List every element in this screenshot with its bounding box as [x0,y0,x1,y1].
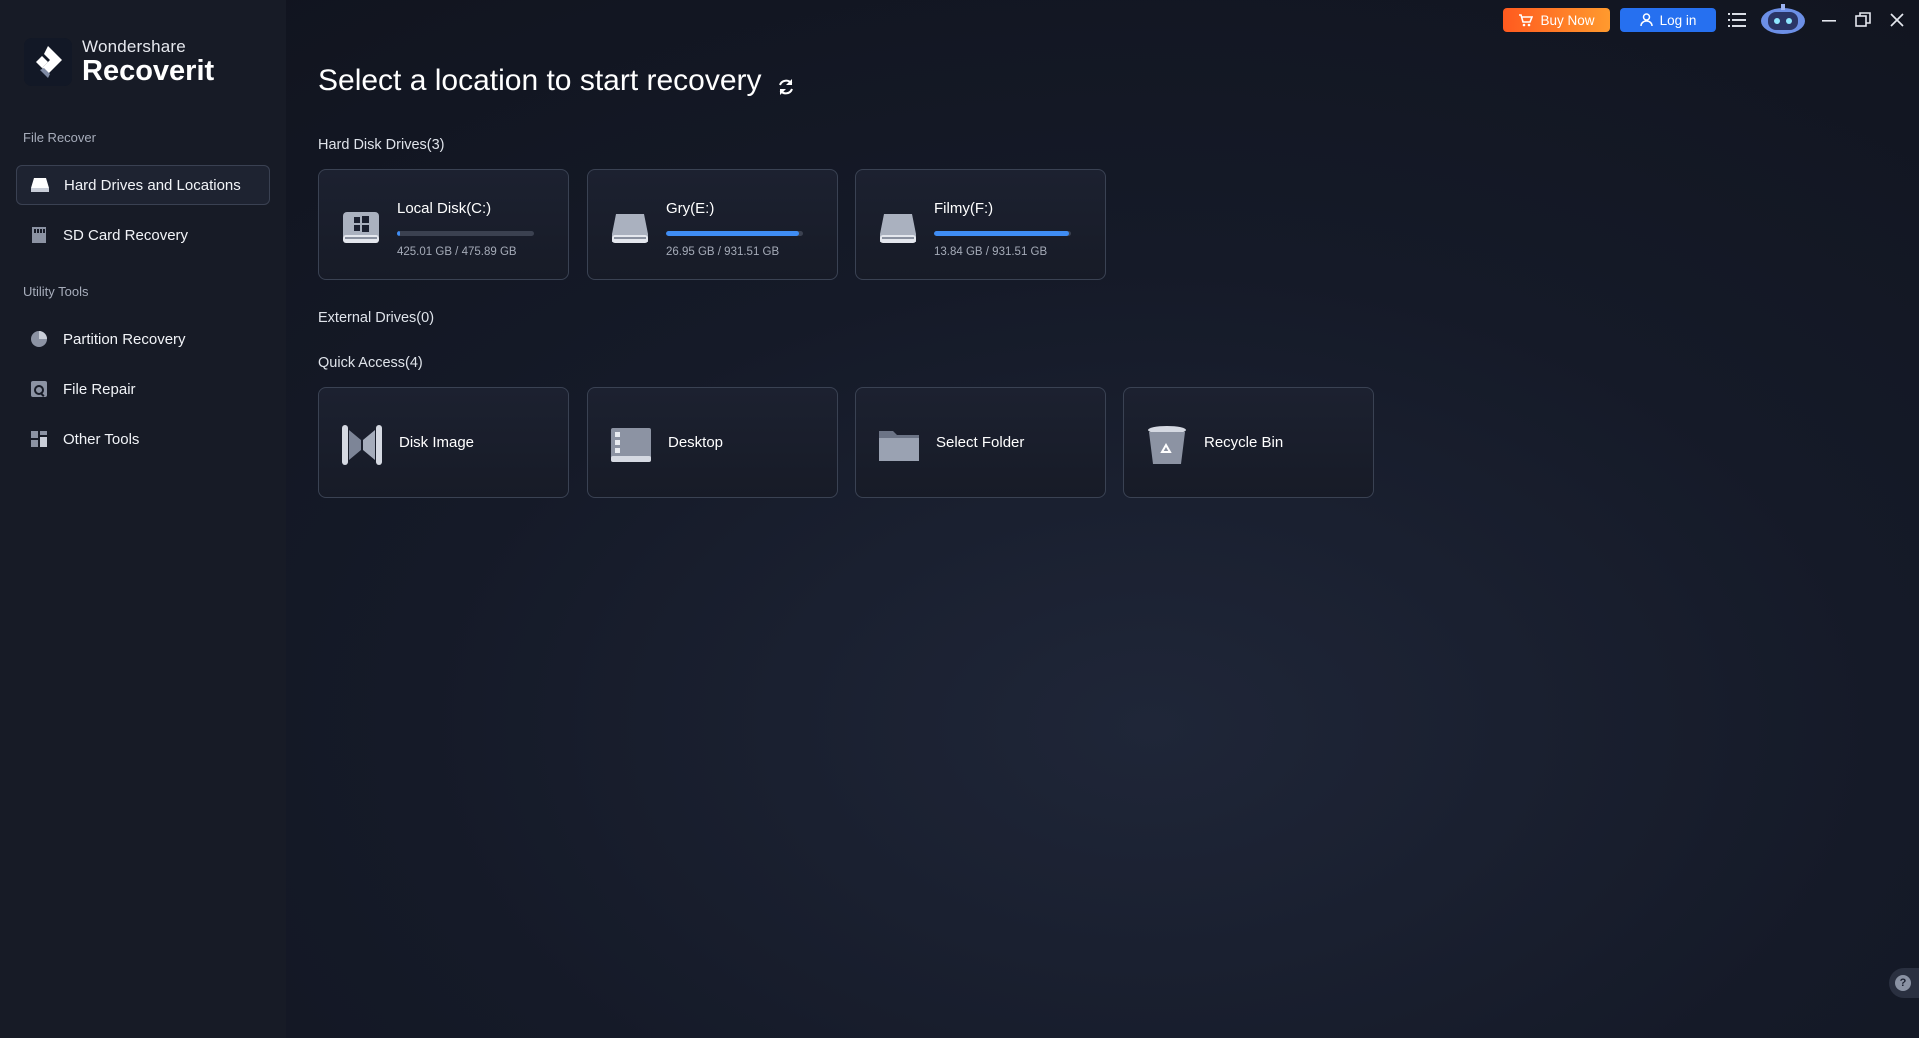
app-logo: Wondershare Recoverit [24,38,214,86]
drive-size: 26.95 GB / 931.51 GB [666,246,780,258]
product-name: Recoverit [82,55,215,87]
drive-name: Local Disk(C:) [397,200,492,217]
drive-usage-fill [934,231,1069,236]
login-label: Log in [1659,12,1697,28]
quick-access-desktop[interactable]: Desktop [587,387,838,498]
close-icon[interactable] [1886,9,1908,31]
quick-access-select-folder[interactable]: Select Folder [855,387,1106,498]
sidebar: Wondershare Recoverit File Recover Hard … [0,0,286,1038]
hard-drive-icon [610,208,650,248]
drive-usage-bar [934,231,1071,236]
desktop-icon [608,422,654,468]
section-label-file-recover: File Recover [23,130,96,145]
sidebar-item-hard-drives[interactable]: Hard Drives and Locations [16,165,270,205]
drive-card-f[interactable]: Filmy(F:) 13.84 GB / 931.51 GB [855,169,1106,280]
sidebar-item-label: Other Tools [63,430,140,448]
recycle-bin-icon [1144,422,1190,468]
buy-now-button[interactable]: Buy Now [1503,8,1610,32]
pie-chart-icon [29,329,49,349]
sidebar-item-partition-recovery[interactable]: Partition Recovery [16,319,270,359]
windows-drive-icon [341,208,381,248]
sd-card-icon [29,225,49,245]
drive-size: 425.01 GB / 475.89 GB [397,246,517,258]
quick-access-recycle-bin[interactable]: Recycle Bin [1123,387,1374,498]
recoverit-logo-icon [24,38,72,86]
hard-drive-icon [878,208,918,248]
refresh-icon[interactable] [776,71,796,95]
sidebar-item-other-tools[interactable]: Other Tools [16,419,270,459]
drive-usage-fill [397,231,400,236]
file-repair-icon [29,379,49,399]
page-title: Select a location to start recovery [318,64,796,98]
login-button[interactable]: Log in [1620,8,1716,32]
page-title-text: Select a location to start recovery [318,64,762,97]
sidebar-item-label: File Repair [63,380,136,398]
quick-access-label-text: Disk Image [399,434,475,451]
buy-now-label: Buy Now [1540,12,1595,28]
drive-card-e[interactable]: Gry(E:) 26.95 GB / 931.51 GB [587,169,838,280]
sidebar-item-label: Hard Drives and Locations [64,176,241,194]
hard-disk-drives-label: Hard Disk Drives(3) [318,137,445,153]
drive-usage-bar [397,231,534,236]
cart-icon [1518,13,1534,27]
drive-name: Gry(E:) [666,200,715,217]
minimize-icon[interactable] [1818,9,1840,31]
disk-image-icon [339,422,385,468]
grid-tools-icon [29,429,49,449]
quick-access-label-text: Desktop [668,434,724,451]
brand-name: Wondershare [82,37,186,56]
sidebar-item-label: SD Card Recovery [63,226,189,244]
user-icon [1639,13,1653,27]
section-label-utility-tools: Utility Tools [23,284,89,299]
drive-usage-fill [666,231,799,236]
menu-list-icon[interactable] [1726,9,1748,31]
help-icon: ? [1895,975,1911,991]
ai-assistant-robot-icon[interactable] [1758,2,1808,36]
help-button[interactable]: ? [1889,968,1919,998]
sidebar-item-sd-card[interactable]: SD Card Recovery [16,215,270,255]
drive-card-c[interactable]: Local Disk(C:) 425.01 GB / 475.89 GB [318,169,569,280]
quick-access-disk-image[interactable]: Disk Image [318,387,569,498]
quick-access-label-text: Select Folder [936,434,1025,451]
sidebar-item-label: Partition Recovery [63,330,186,348]
drive-usage-bar [666,231,803,236]
drive-name: Filmy(F:) [934,200,994,217]
restore-window-icon[interactable] [1852,9,1874,31]
external-drives-label: External Drives(0) [318,310,435,326]
sidebar-item-file-repair[interactable]: File Repair [16,369,270,409]
quick-access-label-text: Recycle Bin [1204,434,1284,451]
hard-drive-icon [30,175,50,195]
drive-size: 13.84 GB / 931.51 GB [934,246,1048,258]
folder-icon [876,422,922,468]
quick-access-label: Quick Access(4) [318,355,423,371]
